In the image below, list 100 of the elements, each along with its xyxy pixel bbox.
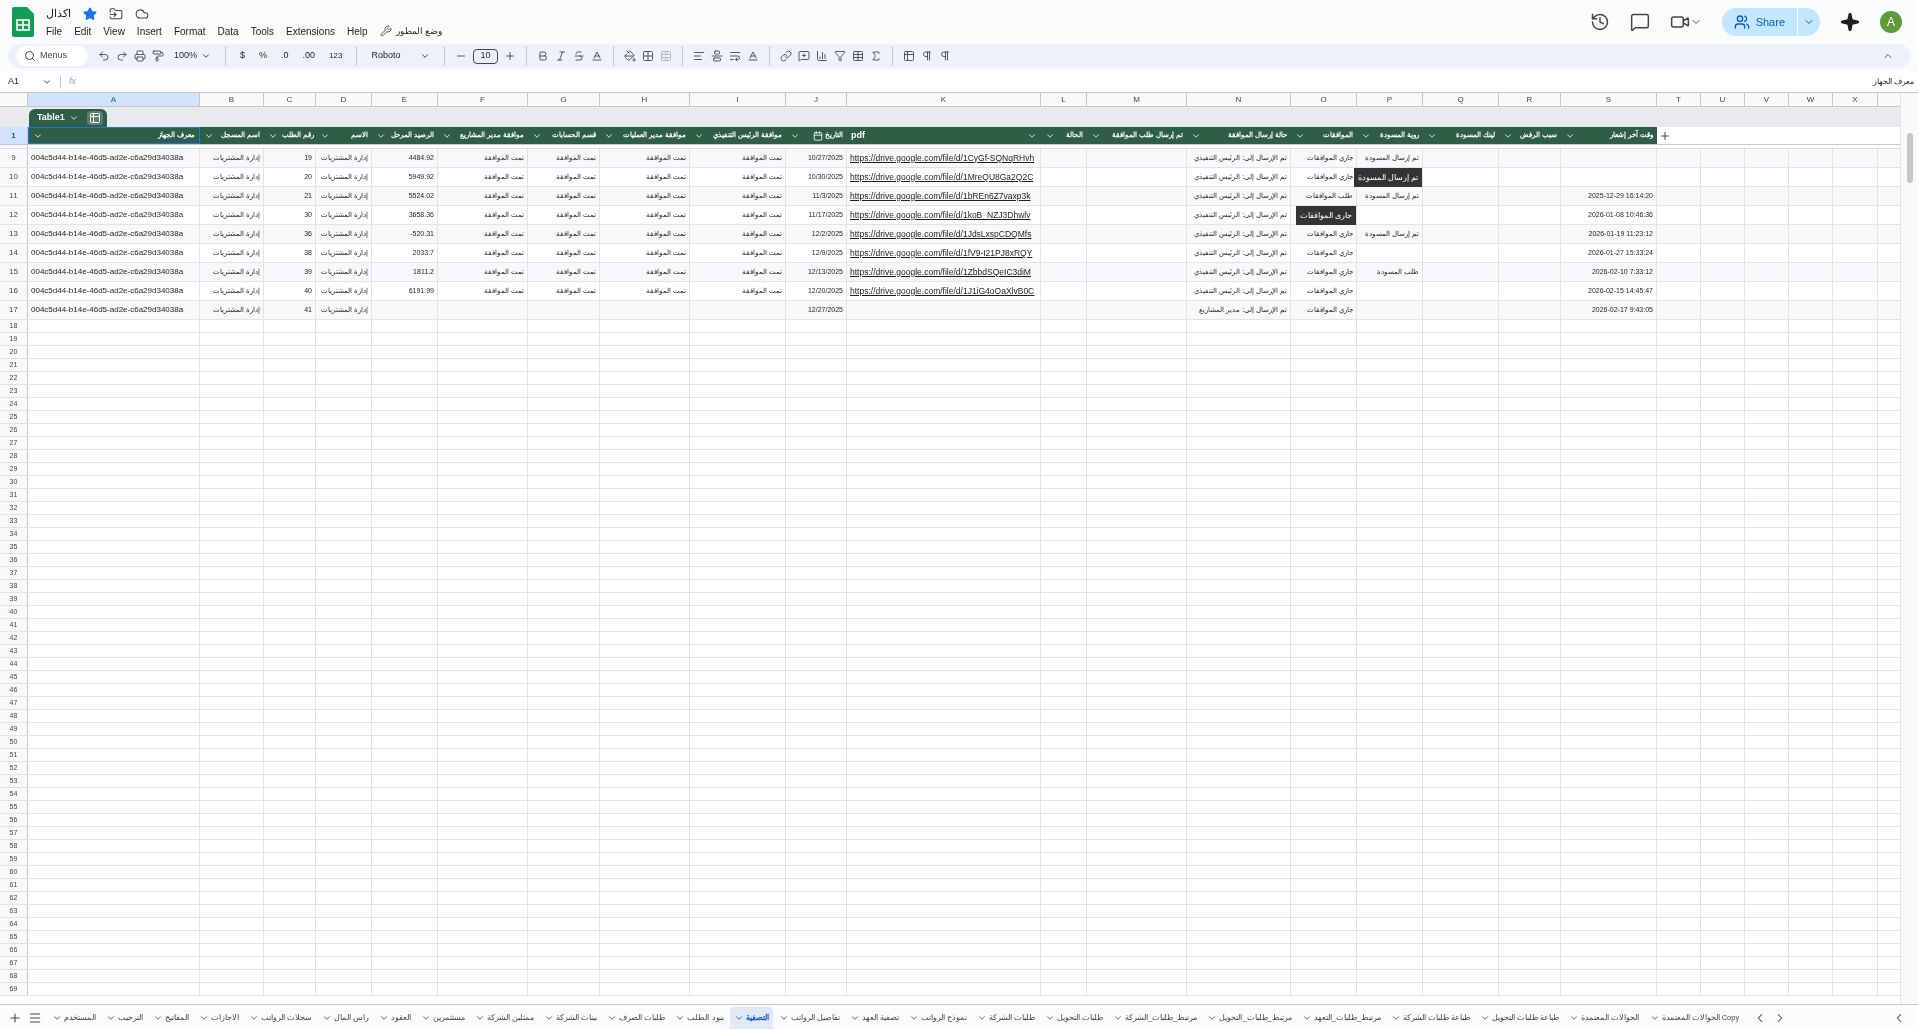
column-header[interactable]: A: [28, 93, 200, 106]
pilcrow-icon[interactable]: [938, 50, 951, 62]
column-header[interactable]: E: [372, 93, 438, 106]
link[interactable]: https://drive.google.com/file/d/1fV9-I21PJ8xRQY: [850, 246, 1033, 260]
menu-item[interactable]: Tools: [250, 23, 275, 39]
column-header[interactable]: J: [786, 93, 847, 106]
sigma-icon[interactable]: [869, 50, 882, 62]
wrap-text-icon[interactable]: [728, 50, 741, 62]
pilcrow-icon[interactable]: [920, 50, 933, 62]
column-header[interactable]: L: [1041, 93, 1087, 106]
star-icon[interactable]: [83, 6, 97, 21]
comment-icon[interactable]: [1629, 12, 1650, 32]
column-header[interactable]: M: [1087, 93, 1187, 106]
row-number[interactable]: 12: [0, 206, 28, 224]
column-header[interactable]: X: [1833, 93, 1878, 106]
name-box[interactable]: A1: [0, 74, 60, 89]
menu-icon[interactable]: [28, 1010, 42, 1025]
table-cell: 004c5d44-b14e-46d5-ad2e-c6a29d34038a: [31, 266, 184, 278]
menu-item[interactable]: Extensions: [286, 23, 335, 39]
scrollbar-thumb[interactable]: [1906, 133, 1913, 183]
column-header[interactable]: O: [1291, 93, 1357, 106]
borders-icon[interactable]: [641, 50, 654, 62]
print-icon[interactable]: [134, 50, 146, 62]
table-view-icon[interactable]: [902, 50, 915, 62]
number-format-button[interactable]: 123: [325, 50, 347, 62]
link[interactable]: https://drive.google.com/file/d/1JdsLxspCDQMfs: [850, 227, 1032, 241]
formula-field[interactable]: معرف الجهاز: [1872, 75, 1918, 88]
column-header: pdf: [847, 127, 1041, 144]
link[interactable]: https://drive.google.com/file/d/1ZbbdSQeIC3diM: [850, 265, 1031, 279]
fill-color-icon[interactable]: [623, 50, 636, 62]
chart-icon[interactable]: [815, 50, 828, 62]
text-rotation-icon[interactable]: [746, 50, 759, 62]
row-number[interactable]: 10: [0, 168, 28, 186]
row-number[interactable]: 16: [0, 282, 28, 300]
column-header[interactable]: H: [600, 93, 690, 106]
bold-icon[interactable]: [536, 50, 549, 62]
percent-format-button[interactable]: %: [255, 49, 272, 63]
vertical-align-icon[interactable]: [710, 50, 723, 62]
menu-item[interactable]: File: [46, 23, 63, 39]
column-header[interactable]: R: [1499, 93, 1561, 106]
column-header[interactable]: F: [438, 93, 528, 106]
add-sheet-icon[interactable]: [8, 1010, 22, 1025]
link[interactable]: https://drive.google.com/file/d/1bREn6Z7vaxp3k: [850, 189, 1031, 203]
history-icon[interactable]: [1589, 12, 1610, 32]
link[interactable]: https://drive.google.com/file/d/1J1iG4oOaXlvB0C: [850, 284, 1035, 298]
row-number[interactable]: 1: [0, 127, 28, 144]
italic-icon[interactable]: [554, 50, 567, 62]
sparkle-icon[interactable]: [1840, 12, 1860, 32]
column-header[interactable]: T: [1657, 93, 1701, 106]
folder-icon[interactable]: [109, 6, 123, 21]
column-header[interactable]: U: [1701, 93, 1745, 106]
column-header[interactable]: D: [316, 93, 372, 106]
link[interactable]: https://drive.google.com/file/d/1MreQU8Ga2Q2C: [850, 170, 1034, 184]
menu-item[interactable]: وضع المطور: [395, 24, 443, 38]
filter-icon[interactable]: [833, 50, 846, 62]
menu-item[interactable]: Insert: [136, 23, 162, 39]
column-header[interactable]: Q: [1423, 93, 1499, 106]
column-header[interactable]: K: [847, 93, 1041, 106]
menu-item[interactable]: Edit: [74, 23, 92, 39]
zoom-dropdown[interactable]: 100%: [170, 49, 216, 63]
document-title[interactable]: اكذال: [46, 5, 71, 22]
currency-format-button[interactable]: $: [236, 49, 250, 63]
column-header[interactable]: W: [1789, 93, 1833, 106]
link[interactable]: https://drive.google.com/file/d/1CyGf-SQNqRHvh: [850, 151, 1035, 165]
redo-icon[interactable]: [116, 50, 128, 62]
table-name-tab[interactable]: Table1: [29, 109, 107, 127]
paint-format-icon[interactable]: [152, 50, 164, 62]
table-icon[interactable]: [851, 50, 864, 62]
menu-item[interactable]: Format: [173, 23, 206, 39]
text-color-icon[interactable]: [590, 50, 603, 62]
column-header[interactable]: I: [690, 93, 786, 106]
link-icon[interactable]: [779, 50, 792, 62]
align-icon[interactable]: [692, 50, 705, 62]
font-size-field[interactable]: 10: [473, 48, 498, 64]
menu-item[interactable]: View: [103, 23, 125, 39]
menu-item[interactable]: Data: [217, 23, 239, 39]
column-header[interactable]: V: [1745, 93, 1789, 106]
row-number[interactable]: 14: [0, 244, 28, 262]
decrease-decimal-button[interactable]: .0: [277, 49, 293, 63]
wrench-icon[interactable]: [379, 25, 392, 38]
merge-cells-icon[interactable]: [659, 50, 672, 62]
increase-decimal-button[interactable]: .00: [298, 49, 320, 63]
undo-icon[interactable]: [98, 50, 110, 62]
share-dropdown-button[interactable]: [1798, 8, 1820, 36]
link[interactable]: https://drive.google.com/file/d/1koB_NZJ3Dhwlv: [850, 208, 1031, 222]
add-column-icon[interactable]: [1659, 129, 1671, 142]
column-header[interactable]: P: [1357, 93, 1423, 106]
column-header[interactable]: C: [264, 93, 316, 106]
column-header[interactable]: G: [528, 93, 600, 106]
cloud-icon[interactable]: [135, 6, 149, 21]
strikethrough-icon[interactable]: [572, 50, 585, 62]
menus-search-field[interactable]: Menus: [16, 46, 88, 66]
plus-icon[interactable]: [503, 50, 516, 62]
menu-item[interactable]: Help: [346, 23, 368, 39]
font-dropdown[interactable]: Roboto: [367, 49, 435, 63]
column-header[interactable]: S: [1561, 93, 1657, 106]
sheets-logo-icon[interactable]: [12, 7, 34, 37]
add-comment-icon[interactable]: [797, 50, 810, 62]
share-button[interactable]: Share: [1721, 8, 1797, 36]
column-header[interactable]: N: [1187, 93, 1291, 106]
